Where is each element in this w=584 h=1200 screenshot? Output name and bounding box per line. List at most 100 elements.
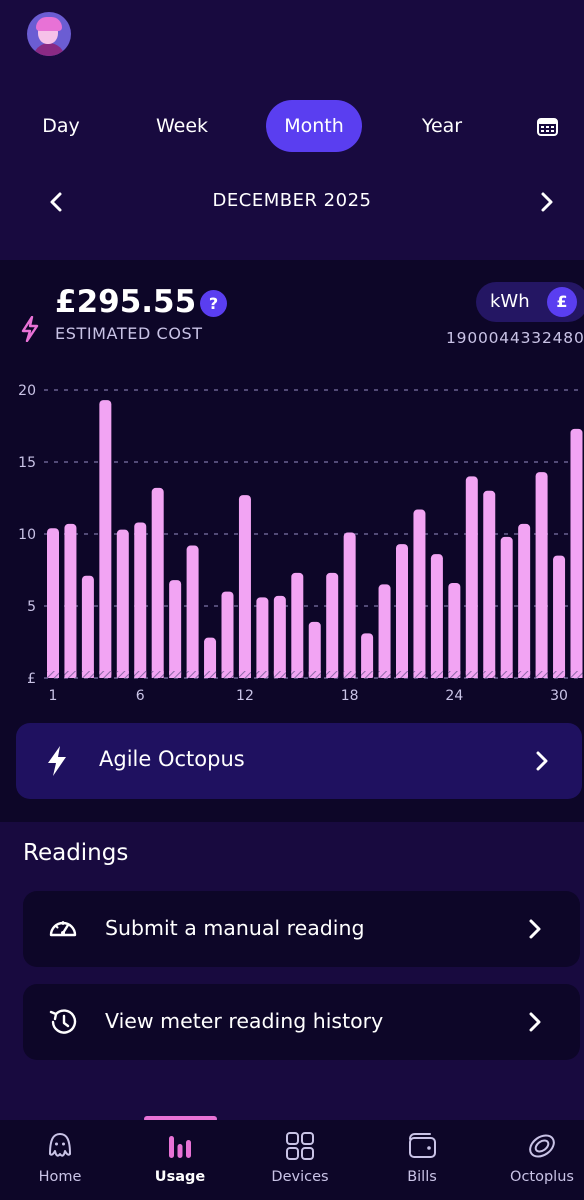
y-tick-label: 5 <box>27 599 36 615</box>
x-tick-label: 30 <box>550 688 568 704</box>
chart-bar-base <box>570 671 583 678</box>
next-month-icon[interactable] <box>534 190 558 214</box>
chart-bar-base <box>343 671 356 678</box>
chart-bar-base <box>169 671 182 678</box>
tab-month[interactable]: Month <box>266 100 362 152</box>
cost-help-button[interactable]: ? <box>200 290 227 317</box>
tab-week[interactable]: Week <box>140 100 224 152</box>
chart-bar-base <box>308 671 321 678</box>
y-tick-label: 15 <box>18 455 36 471</box>
tab-day[interactable]: Day <box>28 100 94 152</box>
usage-header: Day Week Month Year DECEMBER 2025 <box>0 0 584 248</box>
nav-usage-label: Usage <box>154 1169 206 1185</box>
chart-bar-base <box>81 671 94 678</box>
nav-devices-label: Devices <box>271 1169 329 1185</box>
usage-card: £295.55 ? ESTIMATED COST kWh £ 190004433… <box>0 260 584 822</box>
chart-bar-base <box>151 671 164 678</box>
nav-octoplus-label: Octoplus <box>510 1169 574 1185</box>
calendar-icon[interactable] <box>537 117 558 136</box>
nav-home[interactable]: Home <box>5 1120 115 1200</box>
x-tick-label: 12 <box>236 688 254 704</box>
submit-reading-row[interactable]: Submit a manual reading <box>23 891 580 967</box>
chart-bar-base <box>448 671 461 678</box>
nav-home-label: Home <box>38 1169 82 1185</box>
chart-bar-base <box>47 671 59 678</box>
x-tick-label: 6 <box>136 688 145 704</box>
chart-bar <box>221 591 234 678</box>
chart-bar <box>99 400 112 678</box>
chart-bar-base <box>221 671 234 678</box>
lightning-icon <box>21 316 39 342</box>
chart-bar <box>47 528 59 678</box>
x-tick-label: 18 <box>341 688 359 704</box>
y-tick-label: £ <box>27 671 36 687</box>
tariff-name: Agile Octopus <box>99 747 245 771</box>
chart-bar <box>343 532 356 678</box>
chart-bar-base <box>256 671 269 678</box>
octopus-home-icon <box>49 1133 71 1157</box>
period-tabs: Day Week Month Year <box>0 100 584 152</box>
chart-bar <box>448 582 461 678</box>
chart-bar-base <box>99 671 112 678</box>
chart-bar <box>413 509 426 678</box>
chart-bar <box>465 476 478 678</box>
chart-bar-base <box>378 671 391 678</box>
bottom-navigation: Home Usage Devices Bills Octoplus <box>0 1120 584 1200</box>
reading-history-row[interactable]: View meter reading history <box>23 984 580 1060</box>
chart-bar-base <box>413 671 426 678</box>
devices-grid-icon <box>286 1132 314 1160</box>
avatar-hair <box>36 17 62 31</box>
chart-bar <box>308 621 321 678</box>
chart-bar <box>553 555 566 678</box>
chevron-right-icon <box>529 1012 541 1032</box>
readings-title: Readings <box>23 840 129 866</box>
chart-bar <box>326 572 339 678</box>
chart-bar-base <box>186 671 199 678</box>
y-tick-label: 10 <box>18 527 36 543</box>
chart-bar <box>500 536 513 678</box>
chart-bar <box>535 472 548 678</box>
chart-bar <box>273 595 286 678</box>
chart-bar <box>134 522 147 678</box>
profile-avatar[interactable] <box>27 12 71 56</box>
nav-bills[interactable]: Bills <box>367 1120 477 1200</box>
chart-bar-base <box>465 671 478 678</box>
bar-chart-icon <box>169 1136 191 1158</box>
reading-history-label: View meter reading history <box>105 1009 384 1033</box>
chart-bar <box>186 545 199 678</box>
chart-bar-base <box>326 671 339 678</box>
y-tick-label: 20 <box>18 383 36 399</box>
chart-bar <box>430 554 443 678</box>
chart-bar <box>169 580 182 678</box>
wallet-icon <box>409 1133 436 1158</box>
chart-bar <box>116 529 129 678</box>
chart-bar-base <box>396 671 408 678</box>
unit-gbp-option[interactable]: £ <box>547 287 577 317</box>
chart-bar <box>378 584 391 678</box>
chart-bar <box>570 428 583 678</box>
lightning-icon <box>48 746 66 776</box>
octoplus-icon <box>529 1134 555 1158</box>
chart-bar-base <box>116 671 129 678</box>
x-tick-label: 1 <box>49 688 58 704</box>
tariff-row[interactable]: Agile Octopus <box>16 723 582 799</box>
chart-bar-base <box>553 671 566 678</box>
chart-bar-base <box>134 671 147 678</box>
nav-devices[interactable]: Devices <box>245 1120 355 1200</box>
chart-bar-base <box>291 671 304 678</box>
chart-bar-base <box>430 671 443 678</box>
chart-bar <box>396 544 408 678</box>
unit-toggle[interactable]: kWh £ <box>476 282 584 322</box>
history-icon <box>49 1009 77 1034</box>
chart-bar <box>151 487 164 678</box>
chart-bar-base <box>64 671 77 678</box>
nav-usage[interactable]: Usage <box>125 1120 235 1200</box>
tab-year[interactable]: Year <box>405 100 479 152</box>
meter-id: 1900044332480 <box>446 329 584 347</box>
nav-octoplus[interactable]: Octoplus <box>487 1120 584 1200</box>
chart-bar-base <box>535 671 548 678</box>
unit-kwh-option[interactable]: kWh <box>490 282 530 322</box>
submit-reading-label: Submit a manual reading <box>105 916 365 940</box>
chart-bar <box>518 523 531 678</box>
chart-bar <box>64 523 77 678</box>
